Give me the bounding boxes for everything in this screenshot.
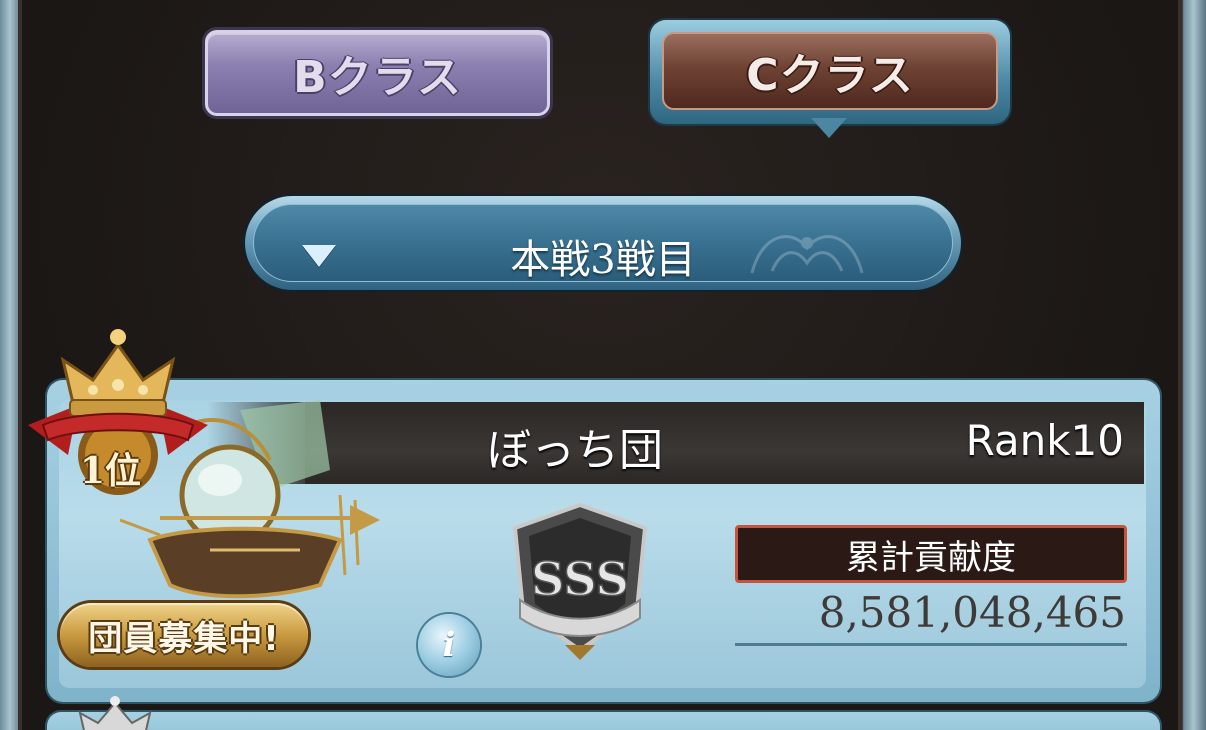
sss-emblem-icon: SSS — [512, 502, 648, 660]
crew-rank: Rank10 — [965, 416, 1124, 465]
tab-b-class[interactable]: Bクラス — [205, 30, 550, 116]
next-crew-card[interactable] — [47, 712, 1160, 730]
grade-text: SSS — [531, 552, 629, 606]
round-select-value: 本戦3戦目 — [510, 237, 696, 283]
selected-tab-pointer — [811, 118, 847, 138]
left-frame — [0, 0, 22, 730]
contribution-value: 8,581,048,465 — [818, 588, 1126, 637]
tab-b-class-label: Bクラス — [293, 52, 462, 103]
tab-c-class-label: Cクラス — [746, 50, 914, 101]
round-select[interactable]: 本戦3戦目 — [245, 196, 961, 290]
contribution-label-text: 累計貢献度 — [846, 537, 1016, 578]
round-select-body: 本戦3戦目 — [253, 204, 953, 283]
recruiting-label: 団員募集中! — [88, 618, 280, 659]
contribution-underline — [735, 643, 1127, 646]
right-frame — [1178, 0, 1206, 730]
tab-c-class[interactable]: Cクラス — [662, 32, 998, 110]
recruiting-badge[interactable]: 団員募集中! — [60, 603, 308, 667]
info-icon[interactable]: i — [418, 614, 480, 676]
crew-ranking: 1位 — [80, 450, 142, 492]
next-crown-icon — [78, 696, 152, 730]
contribution-label: 累計貢献度 — [735, 525, 1127, 583]
crew-name: ぼっち団 — [487, 425, 663, 476]
